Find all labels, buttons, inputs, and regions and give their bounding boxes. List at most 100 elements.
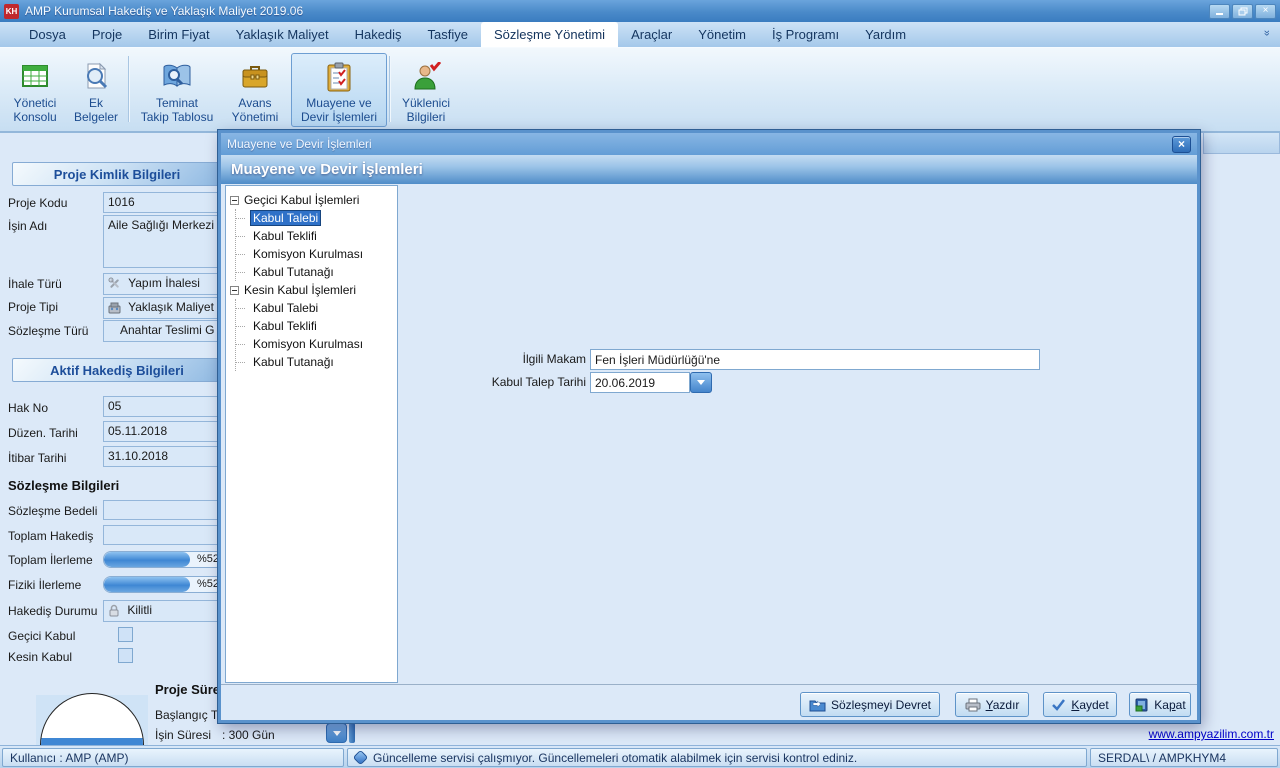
toolbar: YöneticiKonsolu EkBelgeler TeminatTakip … (0, 47, 1280, 133)
tree-group-kesin-kabul[interactable]: Kesin Kabul İşlemleri (228, 281, 395, 299)
menu-araclar[interactable]: Araçlar (618, 22, 685, 47)
field-label: Proje Tipi (8, 300, 58, 314)
dialog-title: Muayene ve Devir İşlemleri (227, 137, 372, 151)
date-dropdown-button[interactable] (690, 372, 712, 393)
field-label: Fiziki İlerleme (8, 578, 81, 592)
field-label: Proje Kodu (8, 196, 67, 210)
field-label: Sözleşme Türü (8, 324, 88, 338)
transfer-folder-icon (809, 698, 826, 712)
menu-yardim[interactable]: Yardım (852, 22, 919, 47)
status-host-text: SERDAL\ / AMPKHYM4 (1098, 751, 1226, 765)
field-label: Hakediş Durumu (8, 604, 97, 618)
menu-dosya[interactable]: Dosya (16, 22, 79, 47)
app-icon: KH (4, 4, 19, 19)
proje-kodu-field[interactable]: 1016 (103, 192, 224, 213)
kapat-button[interactable]: Kapat (1129, 692, 1191, 717)
dialog-body: Geçici Kabul İşlemleri Kabul Talebi Kabu… (221, 184, 1197, 720)
field-label: Toplam Hakediş (8, 529, 93, 543)
panel-expand-button[interactable] (326, 723, 347, 743)
itibar-tarihi-field[interactable]: 31.10.2018 (103, 446, 224, 467)
menu-yaklasik-maliyet[interactable]: Yaklaşık Maliyet (223, 22, 342, 47)
menu-birim-fiyat[interactable]: Birim Fiyat (135, 22, 222, 47)
tree-item-kabul-tutanagi-2[interactable]: Kabul Tutanağı (236, 353, 395, 371)
sozlesme-bedeli-field[interactable] (103, 500, 224, 520)
restore-button[interactable] (1232, 4, 1253, 19)
window-titlebar: KH AMP Kurumsal Hakediş ve Yaklaşık Mali… (0, 0, 1280, 22)
collapse-icon[interactable] (230, 286, 239, 295)
lock-icon (108, 604, 120, 617)
dialog-header: Muayene ve Devir İşlemleri (221, 155, 1197, 184)
close-button[interactable]: × (1255, 4, 1276, 19)
toolbar-button-label: AvansYönetimi (232, 96, 279, 124)
isin-suresi-label: İşin Süresi (155, 728, 211, 742)
kesin-kabul-checkbox[interactable] (118, 648, 133, 663)
person-check-icon (411, 60, 441, 94)
tree-item-komisyon-kurulmasi[interactable]: Komisyon Kurulması (236, 245, 395, 263)
hakedis-durumu-field[interactable]: Kilitli (103, 600, 224, 622)
isin-adi-field[interactable]: Aile Sağlığı Merkezi Y (103, 215, 224, 268)
website-link[interactable]: www.ampyazilim.com.tr (1149, 727, 1274, 741)
tree-group-gecici-kabul[interactable]: Geçici Kabul İşlemleri (228, 191, 395, 209)
minimize-icon (1215, 7, 1224, 16)
toolbar-button-label: TeminatTakip Tablosu (141, 96, 214, 124)
ribbon-collapse-icon[interactable]: « (1261, 30, 1273, 36)
baslangic-label: Başlangıç T (155, 708, 218, 722)
checkmark-icon (1051, 698, 1066, 711)
toolbar-button-muayene-devir[interactable]: Muayene veDevir İşlemleri (291, 53, 387, 127)
tree-item-kabul-tutanagi[interactable]: Kabul Tutanağı (236, 263, 395, 281)
menu-tasfiye[interactable]: Tasfiye (415, 22, 481, 47)
progress-fill (104, 577, 190, 592)
tree-item-kabul-teklifi[interactable]: Kabul Teklifi (236, 227, 395, 245)
field-label: İhale Türü (8, 277, 62, 291)
kabul-talep-tarihi-input[interactable] (590, 372, 690, 393)
gecici-kabul-checkbox[interactable] (118, 627, 133, 642)
menu-sozlesme-yonetimi[interactable]: Sözleşme Yönetimi (481, 22, 618, 47)
fiziki-ilerleme-progressbar: %52 (103, 576, 224, 593)
proje-tipi-field[interactable]: Yaklaşık Maliyet (103, 297, 224, 319)
document-search-icon (81, 60, 111, 94)
tree-item-kabul-talebi[interactable]: Kabul Talebi (236, 209, 395, 227)
minimize-button[interactable] (1209, 4, 1230, 19)
ihale-turu-field[interactable]: Yapım İhalesi (103, 273, 224, 295)
admin-console-icon (20, 60, 50, 94)
menu-is-programi[interactable]: İş Programı (759, 22, 852, 47)
book-search-icon (161, 60, 193, 94)
toolbar-button-yuklenici-bilgileri[interactable]: YükleniciBilgileri (392, 53, 460, 127)
status-user-section: Kullanıcı : AMP (AMP) (2, 748, 344, 767)
tree-item-kabul-teklifi-2[interactable]: Kabul Teklifi (236, 317, 395, 335)
tree-item-kabul-talebi-2[interactable]: Kabul Talebi (236, 299, 395, 317)
dialog-close-button[interactable]: × (1172, 136, 1191, 153)
dialog-titlebar[interactable]: Muayene ve Devir İşlemleri × (221, 133, 1197, 155)
toolbar-button-label: YöneticiKonsolu (13, 96, 56, 124)
menu-proje[interactable]: Proje (79, 22, 135, 47)
ilgili-makam-input[interactable] (590, 349, 1040, 370)
hakedis-durumu-value: Kilitli (127, 603, 152, 617)
field-label: İşin Adı (8, 219, 47, 233)
sozlesme-turu-field[interactable]: Anahtar Teslimi G (103, 320, 224, 342)
kaydet-button[interactable]: Kaydet (1043, 692, 1117, 717)
chevron-down-icon (333, 731, 341, 736)
info-icon (353, 750, 369, 766)
ihale-turu-value: Yapım İhalesi (128, 276, 200, 290)
toolbar-button-yonetici-konsolu[interactable]: YöneticiKonsolu (4, 53, 66, 127)
collapse-icon[interactable] (230, 196, 239, 205)
toolbar-button-avans-yonetimi[interactable]: AvansYönetimi (222, 53, 288, 127)
toolbar-button-label: YükleniciBilgileri (402, 96, 450, 124)
duzen-tarihi-field[interactable]: 05.11.2018 (103, 421, 224, 442)
menu-yonetim[interactable]: Yönetim (685, 22, 759, 47)
panel-splitter[interactable] (349, 723, 355, 743)
yazdir-button[interactable]: Yazdır (955, 692, 1029, 717)
toplam-hakedis-field[interactable] (103, 525, 224, 545)
toolbar-button-teminat-takip[interactable]: TeminatTakip Tablosu (131, 53, 223, 127)
hak-no-field[interactable]: 05 (103, 396, 224, 417)
section-header-proje-kimlik: Proje Kimlik Bilgileri (12, 162, 222, 186)
restore-icon (1238, 7, 1248, 16)
toolbar-button-ek-belgeler[interactable]: EkBelgeler (67, 53, 125, 127)
menu-hakedis[interactable]: Hakediş (342, 22, 415, 47)
tree-item-komisyon-kurulmasi-2[interactable]: Komisyon Kurulması (236, 335, 395, 353)
sozlesmeyi-devret-button[interactable]: Sözleşmeyi Devret (800, 692, 940, 717)
toolbar-separator (128, 56, 129, 122)
isin-suresi-value: : 300 Gün (222, 728, 275, 742)
progress-value: %52 (197, 553, 219, 565)
clipboard-check-icon (326, 60, 352, 94)
